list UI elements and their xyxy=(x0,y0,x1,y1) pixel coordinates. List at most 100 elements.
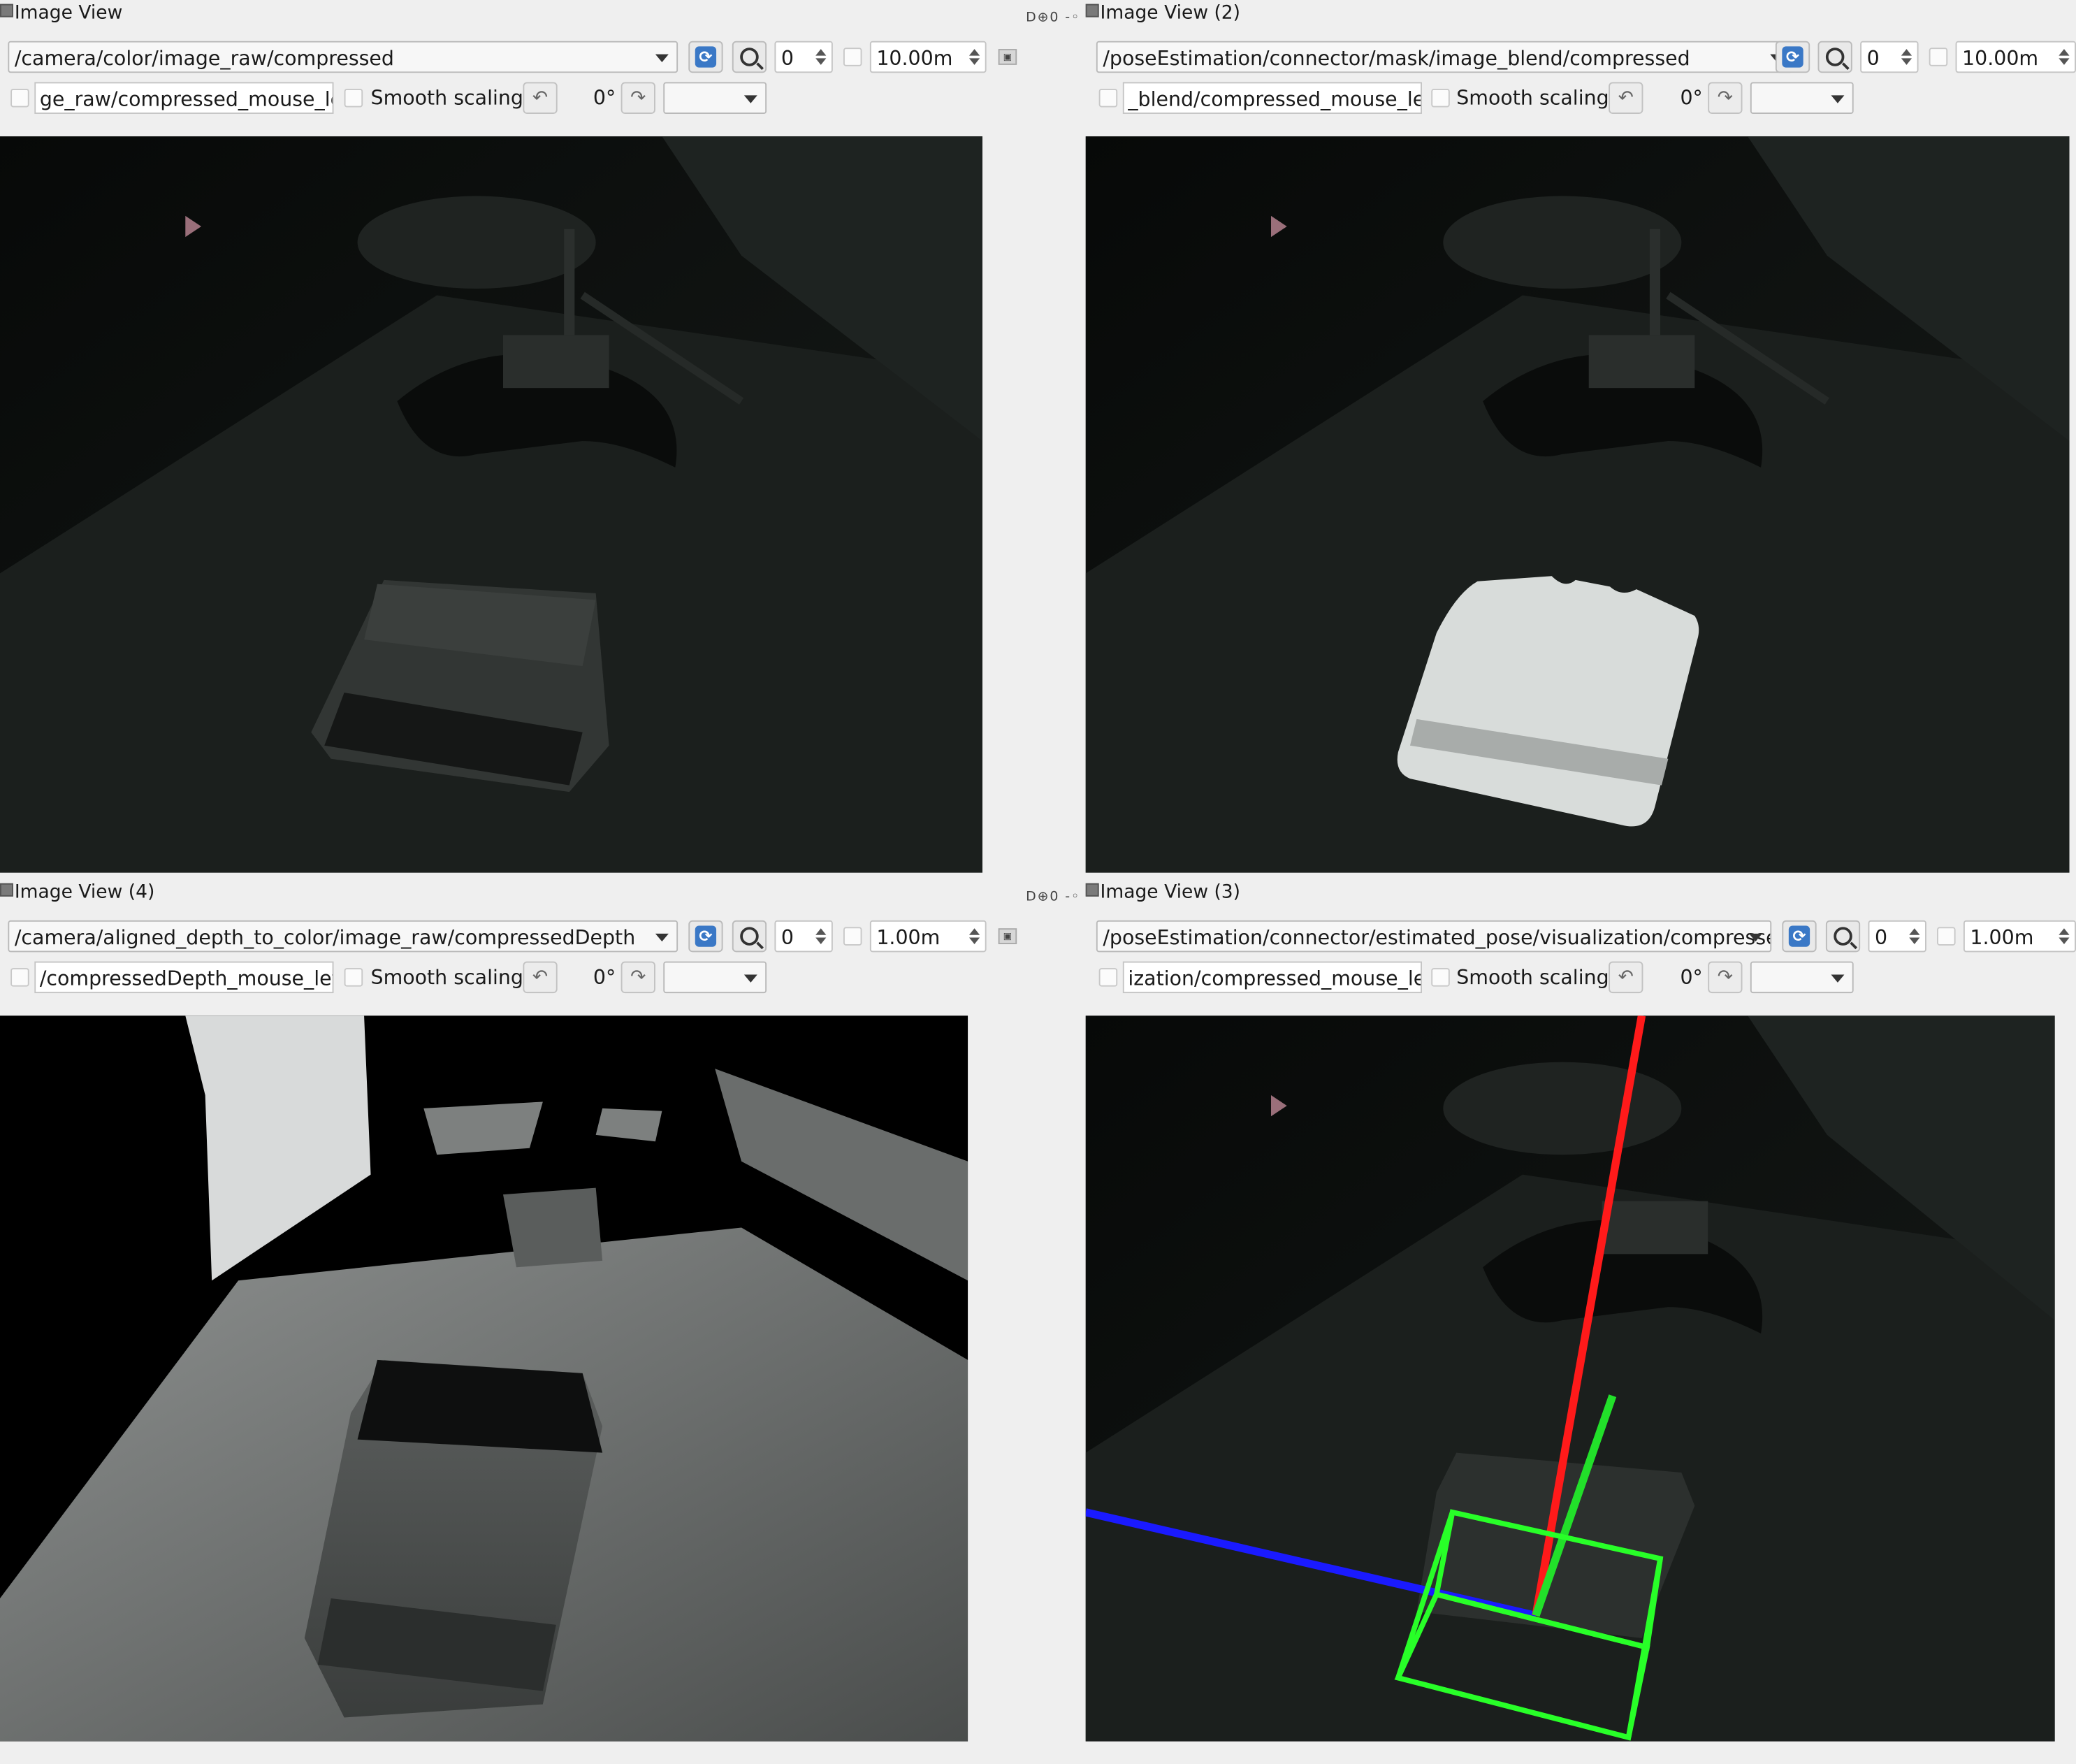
spin-up-icon[interactable] xyxy=(815,928,827,935)
rotation-value: 0° xyxy=(593,965,616,990)
panel-title: Image View xyxy=(14,2,123,24)
max-range-value: 10.00m xyxy=(876,46,953,71)
topic-dropdown[interactable]: /camera/color/image_raw/compressed xyxy=(8,41,678,73)
panel-titlebar: Image View (4) D⊕0 -◦ xyxy=(0,879,1079,906)
smooth-scaling-checkbox[interactable] xyxy=(1431,88,1450,108)
mouse-publish-checkbox[interactable] xyxy=(1098,88,1118,108)
spin-down-icon[interactable] xyxy=(1909,937,1920,944)
smooth-scaling-label: Smooth scaling xyxy=(370,86,523,110)
topic-toolbar: /poseEstimation/connector/mask/image_ble… xyxy=(1086,41,2076,75)
max-range-spinbox[interactable]: 1.00m xyxy=(869,920,987,953)
topic-toolbar: /camera/aligned_depth_to_color/image_raw… xyxy=(0,920,1033,955)
topic-dropdown[interactable]: /camera/aligned_depth_to_color/image_raw… xyxy=(8,920,678,953)
mask-blend-image xyxy=(1085,136,2070,873)
range-checkbox[interactable] xyxy=(843,927,862,946)
rotate-right-button[interactable]: ↷ xyxy=(1708,82,1743,114)
spin-value: 0 xyxy=(1866,46,1880,71)
rotate-left-button[interactable]: ↶ xyxy=(1609,961,1643,994)
max-range-spinbox[interactable]: 10.00m xyxy=(869,41,987,73)
spin-down-icon[interactable] xyxy=(815,58,827,65)
spin-down-icon[interactable] xyxy=(2059,58,2070,65)
frame-spinbox[interactable]: 0 xyxy=(1860,41,1919,73)
rotation-value: 0° xyxy=(1680,86,1703,110)
spin-down-icon[interactable] xyxy=(968,58,980,65)
mouse-publish-checkbox[interactable] xyxy=(1098,968,1118,987)
spin-down-icon[interactable] xyxy=(2059,937,2070,944)
zoom-icon xyxy=(1825,48,1845,66)
panel-icon xyxy=(0,3,13,17)
zoom-fit-button[interactable] xyxy=(732,41,767,73)
mouse-publish-checkbox[interactable] xyxy=(10,968,29,987)
rotate-right-button[interactable]: ↷ xyxy=(620,961,655,994)
color-scheme-dropdown[interactable] xyxy=(1750,961,1854,994)
spin-down-icon[interactable] xyxy=(1901,58,1912,65)
refresh-button[interactable]: ⟳ xyxy=(1775,41,1810,73)
frame-spinbox[interactable]: 0 xyxy=(774,41,833,73)
color-scheme-dropdown[interactable] xyxy=(1750,82,1854,114)
max-range-value: 1.00m xyxy=(1970,925,2034,950)
mouse-toolbar: _blend/compressed_mouse_left Smooth scal… xyxy=(1086,82,2076,116)
spin-down-icon[interactable] xyxy=(815,937,827,944)
camera-image xyxy=(0,136,982,873)
max-range-spinbox[interactable]: 1.00m xyxy=(1963,920,2076,953)
frame-spinbox[interactable]: 0 xyxy=(774,920,833,953)
rotate-right-button[interactable]: ↷ xyxy=(620,82,655,114)
smooth-scaling-checkbox[interactable] xyxy=(1431,968,1450,987)
refresh-button[interactable]: ⟳ xyxy=(688,920,723,953)
refresh-icon: ⟳ xyxy=(1788,925,1810,947)
smooth-scaling-checkbox[interactable] xyxy=(344,88,363,108)
spin-value: 0 xyxy=(781,46,794,71)
smooth-scaling-checkbox[interactable] xyxy=(344,968,363,987)
image-canvas-pose[interactable] xyxy=(1085,1015,2055,1742)
refresh-button[interactable]: ⟳ xyxy=(1782,920,1817,953)
spin-up-icon[interactable] xyxy=(2059,928,2070,935)
spin-down-icon[interactable] xyxy=(968,937,980,944)
mouse-topic-field[interactable]: ization/compressed_mouse_left xyxy=(1122,961,1422,994)
spin-up-icon[interactable] xyxy=(968,49,980,56)
pose-visualization-image xyxy=(1085,1015,2055,1742)
spin-up-icon[interactable] xyxy=(815,49,827,56)
color-scheme-dropdown[interactable] xyxy=(663,961,767,994)
rotate-left-button[interactable]: ↶ xyxy=(523,961,558,994)
topic-toolbar: /poseEstimation/connector/estimated_pose… xyxy=(1086,920,2076,955)
frame-spinbox[interactable]: 0 xyxy=(1868,920,1926,953)
panel-title: Image View (3) xyxy=(1100,881,1241,904)
zoom-fit-button[interactable] xyxy=(1817,41,1852,73)
topic-dropdown[interactable]: /poseEstimation/connector/mask/image_ble… xyxy=(1096,41,1793,73)
rotate-right-button[interactable]: ↷ xyxy=(1708,961,1743,994)
rotate-left-button[interactable]: ↶ xyxy=(1609,82,1643,114)
spin-value: 0 xyxy=(781,925,794,950)
range-checkbox[interactable] xyxy=(1937,927,1956,946)
refresh-icon: ⟳ xyxy=(1782,46,1803,68)
image-canvas-color[interactable] xyxy=(0,136,982,873)
image-canvas-mask[interactable] xyxy=(1085,136,2070,873)
topic-toolbar: /camera/color/image_raw/compressed ⟳ 0 1… xyxy=(0,41,1033,75)
topic-value: /camera/color/image_raw/compressed xyxy=(14,46,394,71)
zoom-fit-button[interactable] xyxy=(1825,920,1861,953)
smooth-scaling-label: Smooth scaling xyxy=(370,965,523,990)
image-canvas-depth[interactable] xyxy=(0,1015,968,1742)
mouse-topic-field[interactable]: ge_raw/compressed_mouse_left xyxy=(34,82,334,114)
spin-up-icon[interactable] xyxy=(968,928,980,935)
spin-up-icon[interactable] xyxy=(1909,928,1920,935)
max-range-spinbox[interactable]: 10.00m xyxy=(1955,41,2076,73)
save-image-icon[interactable]: ▣ xyxy=(998,49,1017,65)
save-image-icon[interactable]: ▣ xyxy=(998,928,1017,944)
rotate-left-button[interactable]: ↶ xyxy=(523,82,558,114)
topic-dropdown[interactable]: /poseEstimation/connector/estimated_pose… xyxy=(1096,920,1772,953)
spin-value: 0 xyxy=(1874,925,1888,950)
refresh-button[interactable]: ⟳ xyxy=(688,41,723,73)
range-checkbox[interactable] xyxy=(843,48,862,66)
mouse-publish-checkbox[interactable] xyxy=(10,88,29,108)
dock-buttons[interactable]: D⊕0 -◦ xyxy=(1026,6,1080,32)
mouse-topic-field[interactable]: _blend/compressed_mouse_left xyxy=(1122,82,1422,114)
color-scheme-dropdown[interactable] xyxy=(663,82,767,114)
max-range-value: 10.00m xyxy=(1962,46,2039,71)
panel-title: Image View (2) xyxy=(1100,2,1241,24)
range-checkbox[interactable] xyxy=(1929,48,1948,66)
dock-buttons[interactable]: D⊕0 -◦ xyxy=(1026,885,1080,911)
zoom-fit-button[interactable] xyxy=(732,920,767,953)
mouse-topic-field[interactable]: /compressedDepth_mouse_left xyxy=(34,961,334,994)
spin-up-icon[interactable] xyxy=(1901,49,1912,56)
spin-up-icon[interactable] xyxy=(2059,49,2070,56)
